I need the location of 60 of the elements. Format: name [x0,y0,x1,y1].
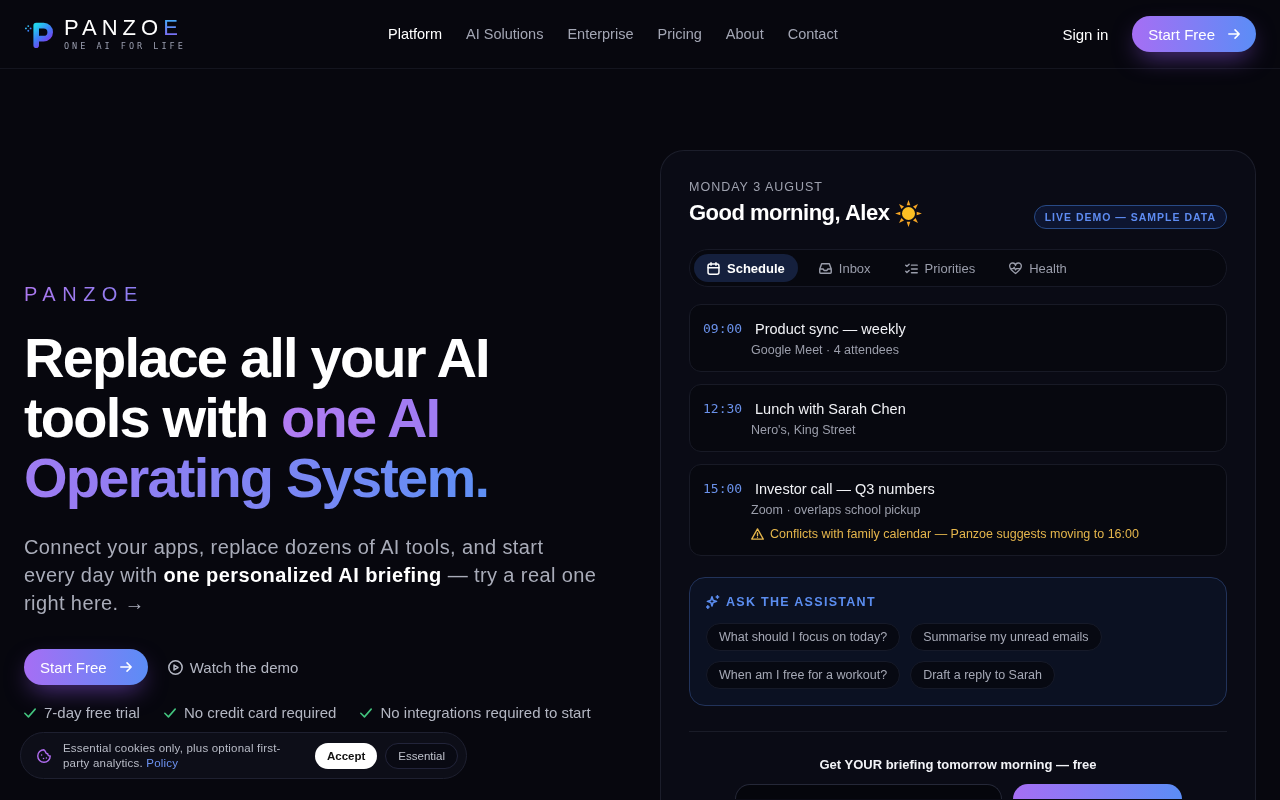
event-card[interactable]: 15:00 Investor call — Q3 numbers Zoom · overlaps school pickup Conflicts with family calendar — Panzoe suggests moving to 16:00 [689,464,1227,556]
event-time: 15:00 [703,480,743,498]
nav-link[interactable]: Pricing [657,26,702,42]
event-card[interactable]: 12:30 Lunch with Sarah Chen Nero's, King Street [689,384,1227,452]
tab[interactable]: Schedule [694,254,798,282]
suggestion-chip[interactable]: Draft a reply to Sarah [910,661,1055,689]
sign-in-link[interactable]: Sign in [1062,25,1109,43]
live-demo-badge: LIVE DEMO — SAMPLE DATA [1033,205,1227,229]
sun-icon [895,199,923,227]
event-title: Lunch with Sarah Chen [755,400,906,419]
event-time: 12:30 [703,400,743,418]
event-card[interactable]: 09:00 Product sync — weekly Google Meet · 4 attendees [689,304,1227,372]
perk-label: No credit card required [183,704,337,722]
nav-link[interactable]: Platform [388,26,442,42]
nav-link[interactable]: About [725,26,764,42]
play-icon [167,659,183,675]
email-field[interactable] [734,784,1002,799]
checklist-icon [904,261,918,275]
hero-subtitle: Connect your apps, replace dozens of AI tools, and start every day with one personalized AI briefing — try a real one right here. → [24,535,597,616]
tab[interactable]: Priorities [891,254,989,282]
nav-link[interactable]: AI Solutions [466,26,544,42]
essential-button[interactable]: Essential [385,742,459,769]
cookie-icon [37,748,51,763]
suggestion-chip[interactable]: Summarise my unread emails [910,623,1102,651]
tab[interactable]: Inbox [805,254,884,282]
policy-link[interactable]: Policy [146,756,179,769]
sparkle-icon [706,595,720,609]
perk-label: 7-day free trial [44,704,140,722]
check-icon [360,708,373,718]
heart-pulse-icon [1009,261,1023,275]
briefing-button[interactable] [1012,784,1182,799]
event-detail: Zoom · overlaps school pickup [751,502,922,519]
greeting-heading: Good morning, Alex [689,199,890,227]
warning-message: Conflicts with family calendar — Panzoe suggests moving to 16:00 [770,526,1139,543]
arrow-right-icon [1228,29,1240,39]
suggestion-chip[interactable]: What should I focus on today? [706,623,901,651]
nav-link[interactable]: Enterprise [567,26,634,42]
event-title: Investor call — Q3 numbers [755,480,936,499]
perk-label: No integrations required to start [380,704,591,722]
nav-link[interactable]: Contact [787,26,838,42]
event-detail: Google Meet · 4 attendees [751,342,900,359]
event-title: Product sync — weekly [755,320,906,339]
warning-icon [751,528,764,540]
check-icon [163,708,176,718]
accept-button[interactable]: Accept [315,742,378,769]
assistant-title: ASK THE ASSISTANT [726,594,876,611]
logo-icon[interactable] [24,20,54,48]
watch-demo-link[interactable]: Watch the demo [167,658,299,676]
event-detail: Nero's, King Street [751,422,857,439]
suggestion-chip[interactable]: When am I free for a workout? [706,661,901,689]
cookie-notice: Essential cookies only, plus optional first-party analytics. Policy [63,740,282,771]
calendar-icon [707,261,720,275]
inbox-tray-icon [818,261,832,275]
event-time: 09:00 [703,320,743,338]
brand-tagline: ONE AI FOR LIFE [64,40,186,51]
arrow-right-icon [119,662,132,672]
tab[interactable]: Health [996,254,1080,282]
check-icon [24,708,36,718]
signup-heading: Get YOUR briefing tomorrow morning — free [818,757,1098,773]
date-label: MONDAY 3 AUGUST [689,179,824,195]
